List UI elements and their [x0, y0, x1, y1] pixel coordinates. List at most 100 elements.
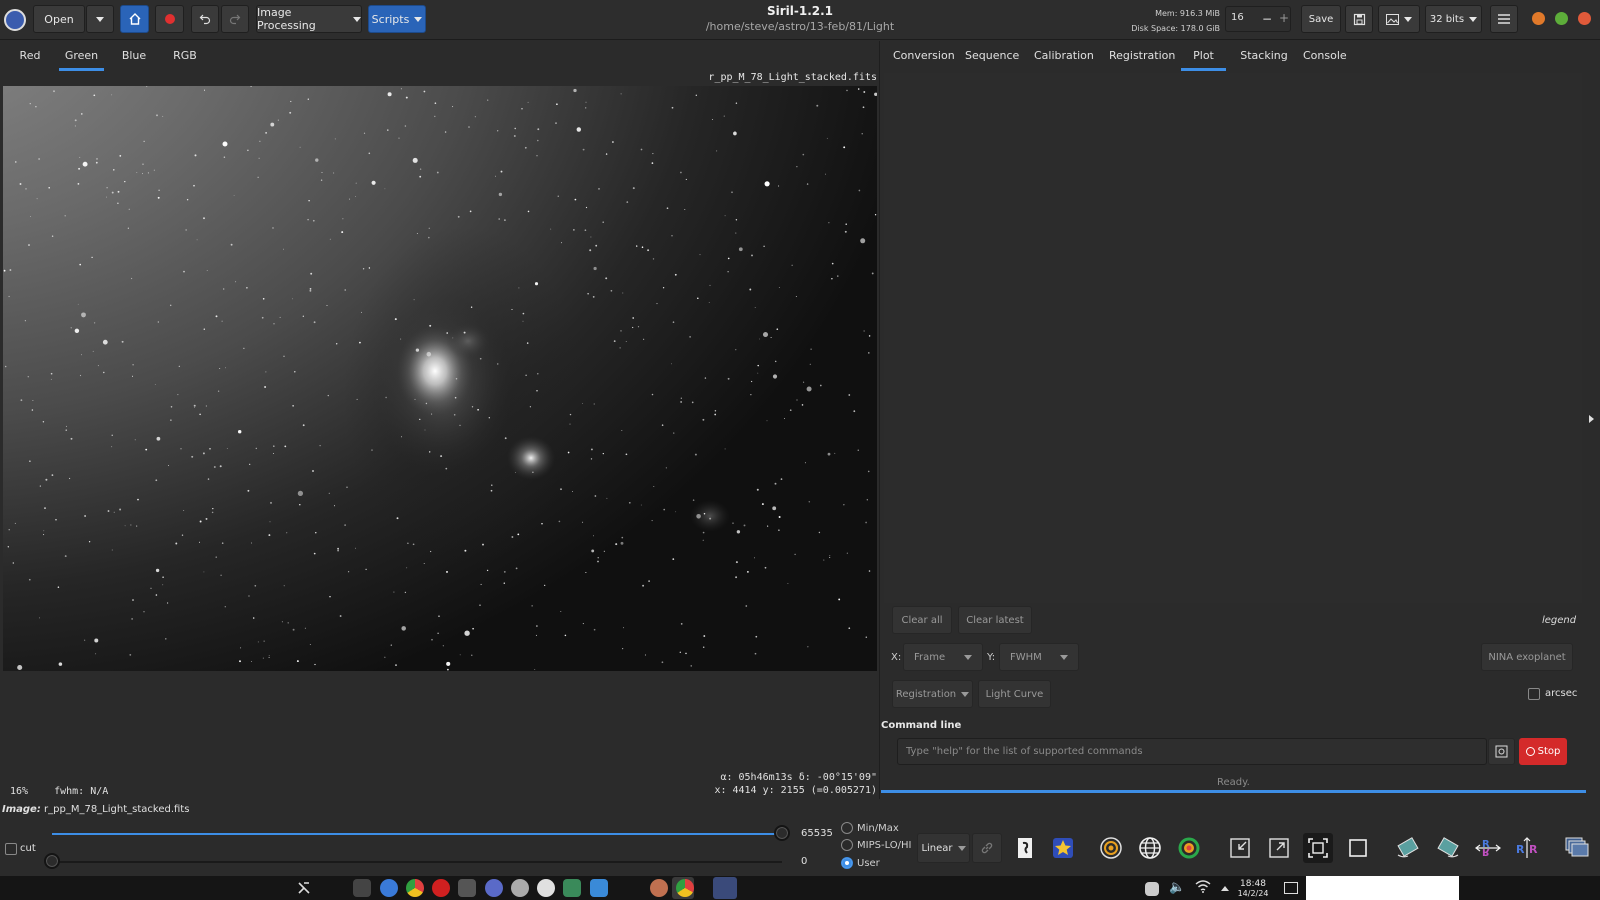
tab-sequence[interactable]: Sequence [965, 41, 1019, 71]
min-slider-handle[interactable] [44, 853, 60, 869]
link-channels-button[interactable] [972, 833, 1002, 863]
zoom-fit-button[interactable] [1303, 833, 1333, 863]
clear-latest-button[interactable]: Clear latest [958, 606, 1032, 634]
snapshot-menu[interactable] [1378, 5, 1420, 33]
tab-red[interactable]: Red [14, 41, 46, 71]
user-radio[interactable] [841, 857, 853, 869]
show-desktop-icon[interactable] [1284, 882, 1298, 894]
star [590, 236, 592, 238]
maximize-window-button[interactable] [1555, 12, 1568, 25]
siril-logo-icon[interactable] [4, 9, 26, 31]
star [656, 303, 658, 305]
plus-icon[interactable]: + [1279, 11, 1289, 25]
star [750, 394, 752, 396]
star [394, 318, 397, 321]
star-finder-button[interactable] [1048, 833, 1078, 863]
tab-green[interactable]: Green [59, 41, 104, 71]
opera-icon[interactable] [432, 879, 450, 897]
bit-depth-menu[interactable]: 32 bits [1425, 5, 1482, 33]
tab-console[interactable]: Console [1303, 41, 1347, 71]
cut-checkbox[interactable] [5, 843, 17, 855]
nina-exoplanet-button[interactable]: NINA exoplanet [1481, 643, 1573, 671]
panel-expand-arrow[interactable] [1589, 415, 1594, 423]
open-button[interactable]: Open [33, 5, 85, 33]
settings-icon[interactable] [511, 879, 529, 897]
image-processing-menu[interactable]: Image Processing [256, 5, 362, 33]
tab-blue[interactable]: Blue [117, 41, 151, 71]
image-viewer-icon[interactable] [563, 879, 581, 897]
siril-running-icon[interactable] [713, 877, 737, 899]
wifi-icon[interactable] [1195, 879, 1211, 896]
plate-solve-button[interactable] [1135, 833, 1165, 863]
max-slider-handle[interactable] [774, 825, 790, 841]
zoom-100-button[interactable] [1343, 833, 1373, 863]
stop-button[interactable]: Stop [1519, 738, 1567, 765]
rotate-right-button[interactable] [1433, 833, 1463, 863]
y-axis-select[interactable]: FWHM [999, 643, 1079, 671]
save-button[interactable]: Save [1301, 5, 1341, 33]
close-window-button[interactable] [1578, 12, 1591, 25]
tools-icon[interactable] [458, 879, 476, 897]
command-input[interactable] [897, 738, 1487, 765]
chrome-icon[interactable] [406, 879, 424, 897]
thread-spinner[interactable]: 16 − + [1225, 6, 1291, 32]
light-curve-button[interactable]: Light Curve [978, 680, 1051, 708]
rotate-left-button[interactable] [1393, 833, 1423, 863]
max-slider-track[interactable] [52, 833, 782, 835]
x-axis-select[interactable]: Frame [903, 643, 983, 671]
minus-icon[interactable]: − [1262, 12, 1272, 26]
kstars-icon[interactable] [537, 879, 555, 897]
terminal-icon[interactable] [353, 879, 371, 897]
command-help-button[interactable] [1488, 738, 1515, 765]
siril-taskbar-icon[interactable] [485, 879, 503, 897]
star [848, 627, 851, 630]
zoom-out-button[interactable] [1225, 833, 1255, 863]
save-as-button[interactable] [1345, 5, 1373, 33]
record-button[interactable] [155, 5, 184, 33]
tab-registration[interactable]: Registration [1109, 41, 1175, 71]
undo-button[interactable] [191, 5, 219, 33]
redo-button[interactable] [221, 5, 249, 33]
image-list-button[interactable] [1562, 833, 1592, 863]
mirror-y-button[interactable]: RR [1512, 833, 1542, 863]
volume-icon[interactable]: 🔈 [1169, 880, 1185, 895]
home-button[interactable] [120, 5, 149, 33]
app-launcher-icon[interactable] [296, 880, 312, 896]
registration-plot-menu[interactable]: Registration [892, 680, 973, 708]
photo-app-icon[interactable] [650, 879, 668, 897]
photometry-button[interactable] [1096, 833, 1126, 863]
star [527, 101, 529, 103]
open-dropdown-button[interactable] [86, 5, 114, 33]
tab-plot[interactable]: Plot [1181, 41, 1226, 71]
minmax-radio[interactable] [841, 822, 853, 834]
tab-calibration[interactable]: Calibration [1034, 41, 1094, 71]
auto-stretch-button[interactable] [1011, 833, 1041, 863]
plot-area[interactable] [884, 73, 1582, 603]
arcsec-checkbox[interactable] [1528, 688, 1540, 700]
star [207, 478, 210, 480]
clipboard-icon[interactable] [1145, 882, 1159, 896]
minimize-window-button[interactable] [1532, 12, 1545, 25]
tab-stacking[interactable]: Stacking [1240, 41, 1288, 71]
tray-expand-icon[interactable] [1221, 886, 1229, 891]
zoom-in-button[interactable] [1264, 833, 1294, 863]
target-button[interactable] [1174, 833, 1204, 863]
clear-all-button[interactable]: Clear all [892, 606, 952, 634]
tab-rgb[interactable]: RGB [168, 41, 202, 71]
thunderbird-icon[interactable] [380, 879, 398, 897]
star [223, 288, 225, 290]
main-menu-button[interactable] [1490, 5, 1518, 33]
legend-toggle[interactable]: legend [1542, 615, 1576, 626]
astro-image-canvas[interactable] [3, 86, 877, 671]
mirror-x-button[interactable]: RR [1473, 833, 1503, 863]
tab-conversion[interactable]: Conversion [893, 41, 955, 71]
faint-nebula [690, 500, 730, 532]
file-manager-icon[interactable] [590, 879, 608, 897]
min-slider-track[interactable] [52, 861, 782, 863]
star [446, 661, 451, 666]
clock[interactable]: 18:48 14/2/24 [1237, 879, 1269, 899]
star [356, 398, 358, 400]
stretch-mode-select[interactable]: Linear [917, 833, 970, 863]
scripts-menu[interactable]: Scripts [368, 5, 426, 33]
mips-radio[interactable] [841, 839, 853, 851]
